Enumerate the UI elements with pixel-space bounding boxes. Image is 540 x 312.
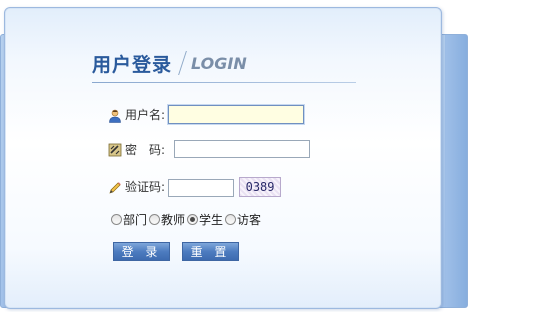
captcha-label: 验证码: bbox=[125, 180, 166, 194]
radio-visitor[interactable] bbox=[225, 214, 237, 225]
username-input[interactable] bbox=[168, 105, 305, 124]
radio-label-department: 部门 bbox=[123, 213, 148, 227]
role-radio-group: 部门 教师 学生 访客 bbox=[111, 211, 263, 228]
role-option-student[interactable]: 学生 bbox=[187, 211, 223, 228]
title-english: LOGIN bbox=[191, 53, 247, 73]
password-label: 密 码: bbox=[125, 142, 166, 157]
password-row: 密 码: bbox=[108, 140, 311, 158]
username-label: 用户名: bbox=[125, 108, 166, 122]
password-input[interactable] bbox=[174, 140, 311, 158]
radio-label-student: 学生 bbox=[199, 213, 224, 227]
username-row: 用户名: bbox=[108, 105, 305, 124]
captcha-row: 验证码: 0389 bbox=[108, 176, 282, 197]
user-icon bbox=[108, 108, 122, 123]
title-chinese: 用户登录 bbox=[92, 53, 173, 76]
radio-label-teacher: 教师 bbox=[161, 213, 186, 227]
login-title: 用户登录 LOGIN bbox=[92, 47, 247, 79]
role-option-department[interactable]: 部门 bbox=[111, 211, 147, 228]
login-button[interactable]: 登 录 bbox=[113, 242, 170, 261]
captcha-image[interactable]: 0389 bbox=[239, 176, 282, 197]
background-panel-edge bbox=[445, 35, 467, 307]
role-option-visitor[interactable]: 访客 bbox=[225, 211, 261, 228]
role-option-teacher[interactable]: 教师 bbox=[149, 211, 185, 228]
pencil-icon bbox=[108, 180, 122, 194]
title-divider bbox=[178, 51, 187, 75]
reset-button[interactable]: 重 置 bbox=[182, 242, 239, 261]
title-underline bbox=[92, 82, 356, 83]
radio-label-visitor: 访客 bbox=[237, 213, 262, 227]
button-row: 登 录 重 置 bbox=[113, 242, 239, 261]
radio-student[interactable] bbox=[187, 214, 199, 225]
key-icon bbox=[108, 142, 122, 157]
radio-department[interactable] bbox=[111, 214, 122, 225]
captcha-input[interactable] bbox=[168, 179, 235, 197]
radio-teacher[interactable] bbox=[149, 214, 161, 225]
